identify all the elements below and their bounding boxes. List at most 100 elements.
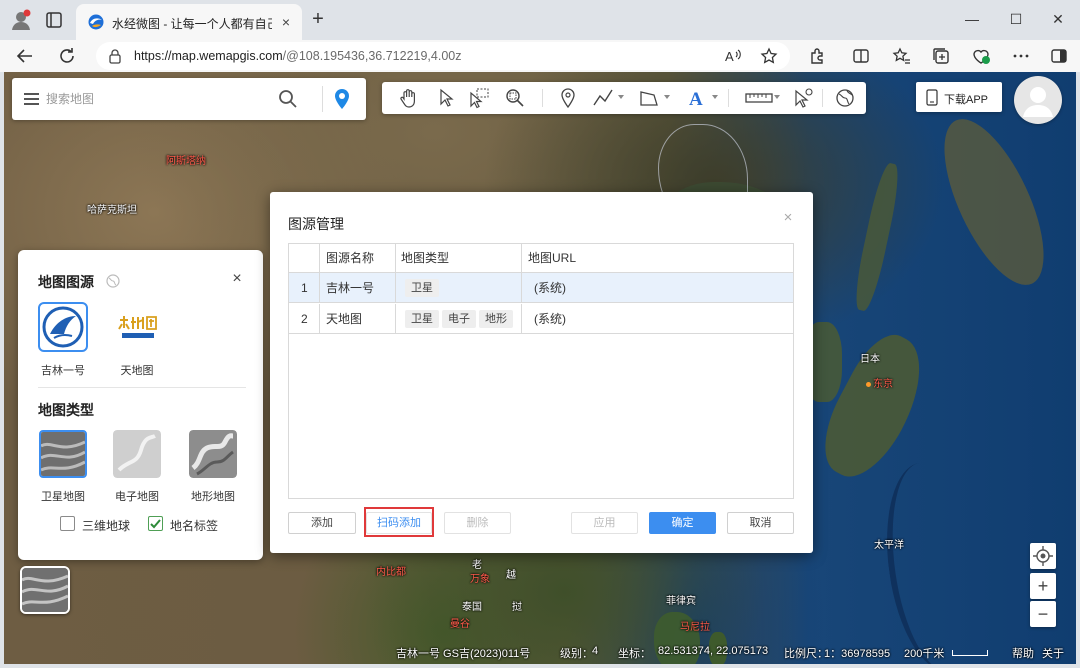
column-header-type[interactable]: 地图类型 — [401, 244, 449, 273]
site-favicon-icon — [88, 14, 104, 30]
polyline-dropdown-icon[interactable] — [618, 95, 624, 99]
ok-button[interactable]: 确定 — [649, 512, 716, 534]
source-label: 吉林一号 — [41, 365, 85, 377]
map-type-chip: 卫星 — [405, 279, 439, 297]
close-window-button[interactable]: ✕ — [1046, 8, 1070, 30]
box-select-icon[interactable] — [468, 87, 490, 109]
source-option-jilin[interactable]: 吉林一号 — [28, 302, 98, 378]
polyline-icon[interactable] — [592, 87, 614, 109]
lock-icon[interactable] — [108, 48, 122, 64]
column-header-name[interactable]: 图源名称 — [326, 244, 374, 273]
zoom-area-icon[interactable] — [504, 87, 526, 109]
marker-pin-icon[interactable] — [558, 87, 578, 109]
download-app-label: 下载APP — [944, 94, 989, 106]
search-divider — [322, 86, 323, 112]
scale-value: 1：36978595 — [824, 648, 891, 660]
zoom-out-button[interactable]: − — [1030, 601, 1056, 627]
maximize-button[interactable]: ☐ — [1004, 8, 1028, 30]
checkbox-checked[interactable] — [148, 516, 163, 531]
checkbox-label: 地名标签 — [170, 519, 219, 533]
map-label: 太平洋 — [874, 540, 904, 551]
map-type-satellite[interactable]: 卫星地图 — [28, 430, 98, 504]
url-text[interactable]: https://map.wemapgis.com/@108.195436,36.… — [134, 49, 462, 63]
location-pin-icon[interactable] — [332, 88, 352, 110]
scale-bar — [952, 650, 988, 656]
map-label: 哈萨克斯坦 — [87, 205, 137, 216]
row-source-name: 吉林一号 — [326, 281, 375, 295]
profile-icon[interactable] — [10, 9, 32, 31]
svg-text:A: A — [725, 49, 734, 64]
map-toolbar: A — [382, 82, 866, 114]
toolbar-divider — [728, 89, 729, 107]
cancel-button[interactable]: 取消 — [727, 512, 794, 534]
layer-switcher-thumbnail[interactable] — [20, 566, 70, 614]
more-options-icon[interactable] — [1010, 45, 1032, 67]
map-label: 马尼拉 — [680, 622, 710, 633]
new-tab-button[interactable]: + — [308, 9, 328, 30]
pointer-info-icon[interactable] — [792, 87, 814, 109]
source-panel-title: 地图图源 — [38, 274, 94, 290]
checkbox-unchecked[interactable] — [60, 516, 75, 531]
add-button[interactable]: 添加 — [288, 512, 356, 534]
map-source-panel: 地图图源 × 吉林一号 天地图 地图类型 卫星地图 电子地图 地形地图 三维地球… — [18, 250, 263, 560]
row-url: (系统) — [534, 312, 566, 326]
text-dropdown-icon[interactable] — [712, 95, 718, 99]
phone-icon — [926, 89, 938, 106]
refresh-icon[interactable] — [56, 45, 78, 67]
browser-essentials-icon[interactable] — [970, 45, 992, 67]
download-app-button[interactable]: 下载APP — [916, 82, 1002, 112]
tab-close-button[interactable]: × — [278, 14, 294, 30]
map-type-vector[interactable]: 电子地图 — [102, 430, 172, 504]
row-url: (系统) — [534, 281, 566, 295]
delete-button[interactable]: 删除 — [444, 512, 511, 534]
minimize-button[interactable]: — — [960, 8, 984, 30]
globe-icon[interactable] — [106, 274, 120, 288]
measure-dropdown-icon[interactable] — [774, 95, 780, 99]
map-search-box — [12, 78, 366, 120]
address-bar[interactable]: https://map.wemapgis.com/@108.195436,36.… — [96, 42, 790, 70]
extensions-icon[interactable] — [806, 45, 828, 67]
dialog-close-button[interactable]: × — [781, 210, 795, 225]
map-type-label: 卫星地图 — [41, 491, 85, 503]
browser-tab-active[interactable]: 水经微图 - 让每一个人都有自己的 × — [76, 4, 302, 40]
search-icon[interactable] — [278, 89, 298, 109]
zoom-in-button[interactable]: + — [1030, 573, 1056, 599]
select-pointer-icon[interactable] — [436, 87, 456, 109]
apply-button[interactable]: 应用 — [571, 512, 638, 534]
map-type-label: 电子地图 — [115, 491, 159, 503]
table-row[interactable]: 1 吉林一号 卫星 (系统) — [289, 273, 793, 303]
collections-icon[interactable] — [930, 45, 952, 67]
table-row[interactable]: 2 天地图 卫星 电子 地形 (系统) — [289, 304, 793, 334]
column-header-url[interactable]: 地图URL — [528, 244, 576, 273]
text-tool-icon[interactable]: A — [686, 87, 706, 110]
ruler-measure-icon[interactable] — [744, 87, 774, 109]
pan-hand-icon[interactable] — [398, 87, 420, 109]
jilin-logo-icon — [38, 302, 88, 352]
favorites-icon[interactable] — [890, 45, 912, 67]
globe-icon[interactable] — [834, 87, 856, 109]
back-arrow-icon[interactable] — [14, 45, 36, 67]
source-option-tianditu[interactable]: 天地图 — [102, 302, 172, 378]
about-link[interactable]: 关于 — [1042, 645, 1064, 661]
scale-label: 比例尺： — [784, 648, 828, 660]
toolbar-divider — [822, 89, 823, 107]
help-link[interactable]: 帮助 — [1012, 645, 1034, 661]
table-header: 图源名称 地图类型 地图URL — [289, 244, 793, 273]
locate-me-button[interactable] — [1030, 543, 1056, 569]
source-panel-close-button[interactable]: × — [230, 271, 244, 287]
sidebar-toggle-icon[interactable] — [1048, 45, 1070, 67]
map-terrain — [924, 105, 1064, 299]
menu-icon[interactable] — [23, 91, 41, 107]
coord-label: 坐标： — [618, 648, 651, 660]
tab-actions-icon[interactable] — [44, 10, 64, 30]
user-avatar[interactable] — [1014, 76, 1062, 124]
map-type-terrain[interactable]: 地形地图 — [178, 430, 248, 504]
source-table: 图源名称 地图类型 地图URL 1 吉林一号 卫星 (系统) 2 天地图 卫星 … — [288, 243, 794, 499]
split-screen-icon[interactable] — [850, 45, 872, 67]
favorite-star-icon[interactable] — [760, 47, 778, 65]
polygon-icon[interactable] — [638, 87, 660, 109]
search-input[interactable] — [46, 89, 266, 109]
read-aloud-icon[interactable]: A — [724, 47, 742, 65]
polygon-dropdown-icon[interactable] — [664, 95, 670, 99]
browser-tab-bar: 水经微图 - 让每一个人都有自己的 × + — ☐ ✕ — [0, 0, 1080, 40]
